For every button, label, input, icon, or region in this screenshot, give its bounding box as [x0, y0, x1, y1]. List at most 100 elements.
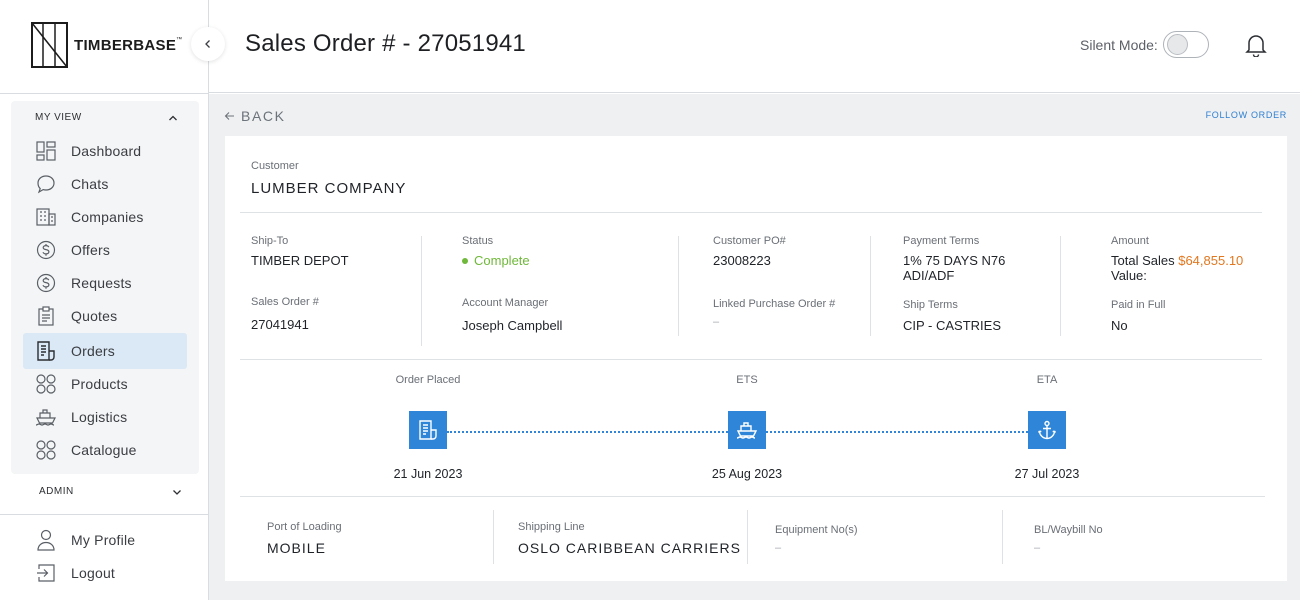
column-divider: [1002, 510, 1003, 564]
admin-section-toggle[interactable]: ADMIN: [39, 486, 182, 497]
bl-waybill-value: –: [1034, 542, 1041, 554]
column-divider: [421, 236, 422, 346]
sidebar-item-companies[interactable]: Companies: [23, 199, 187, 235]
ship-to-field: Ship-To TIMBER DEPOT: [251, 235, 349, 268]
my-view-section-toggle[interactable]: MY VIEW: [35, 112, 178, 123]
sidebar-item-logistics[interactable]: Logistics: [23, 399, 187, 435]
shipping-line-label: Shipping Line: [518, 521, 585, 533]
shipping-line-value: OSLO CARIBBEAN CARRIERS: [518, 540, 741, 556]
divider: [240, 212, 1262, 213]
customer-po-label: Customer PO#: [713, 235, 786, 247]
order-card: Customer LUMBER COMPANY Ship-To TIMBER D…: [225, 136, 1287, 581]
payment-terms-line-1: 1% 75 DAYS N76: [903, 253, 1006, 268]
status-label: Status: [462, 235, 494, 247]
my-profile-link[interactable]: My Profile: [23, 522, 187, 558]
my-profile-label: My Profile: [71, 532, 136, 548]
sales-order-value: 27041941: [251, 317, 309, 332]
ship-terms-field: Ship Terms CIP - CASTRIES: [903, 299, 1001, 333]
grid-circles-icon: [35, 439, 57, 461]
logout-label: Logout: [71, 565, 116, 581]
total-sales-value: $64,855.10: [1178, 253, 1244, 268]
customer-block: Customer LUMBER COMPANY: [251, 160, 406, 197]
linked-po-label: Linked Purchase Order #: [713, 298, 836, 310]
sidebar-item-orders[interactable]: Orders: [23, 333, 187, 369]
back-button[interactable]: BACK: [224, 108, 286, 124]
port-of-loading-label: Port of Loading: [267, 521, 342, 533]
port-of-loading-value: MOBILE: [267, 540, 326, 556]
brand-logo[interactable]: TIMBERBASE™: [31, 22, 182, 68]
divider: [240, 359, 1262, 360]
sidebar-item-label: Offers: [71, 242, 111, 258]
sidebar-item-offers[interactable]: Offers: [23, 232, 187, 268]
amount-field: Amount Total Sales $64,855.10 Value:: [1111, 235, 1243, 283]
main-content: BACK FOLLOW ORDER Customer LUMBER COMPAN…: [209, 94, 1300, 600]
status-value: Complete: [474, 253, 530, 268]
silent-mode-label: Silent Mode:: [1080, 37, 1158, 53]
follow-order-button[interactable]: FOLLOW ORDER: [1206, 110, 1287, 120]
account-manager-value: Joseph Campbell: [462, 318, 563, 333]
timeline-date-ets: 25 Aug 2023: [711, 467, 783, 481]
bell-icon[interactable]: [1245, 33, 1267, 57]
chevron-left-icon: [205, 40, 210, 48]
customer-name: LUMBER COMPANY: [251, 180, 407, 197]
sidebar-item-label: Requests: [71, 275, 132, 291]
paid-in-full-value: No: [1111, 318, 1128, 333]
total-sales-label: Total Sales: [1111, 253, 1175, 268]
ship-to-label: Ship-To: [251, 235, 289, 247]
account-manager-field: Account Manager Joseph Campbell: [462, 297, 562, 333]
timberbase-logo-icon: [31, 22, 68, 68]
paid-in-full-field: Paid in Full No: [1111, 299, 1165, 333]
chat-bubble-icon: [35, 173, 57, 195]
toggle-knob: [1167, 34, 1188, 55]
ship-terms-label: Ship Terms: [903, 299, 958, 311]
equipment-no-label: Equipment No(s): [775, 524, 858, 536]
amount-total: Total Sales $64,855.10 Value:: [1111, 253, 1243, 283]
timeline-connector: [766, 431, 1028, 433]
logout-link[interactable]: Logout: [23, 555, 187, 591]
collapse-sidebar-button[interactable]: [191, 27, 225, 61]
sidebar-item-requests[interactable]: Requests: [23, 265, 187, 301]
divider: [240, 496, 1265, 497]
admin-label: ADMIN: [39, 486, 74, 497]
sidebar-item-label: Dashboard: [71, 143, 142, 159]
sidebar-item-products[interactable]: Products: [23, 366, 187, 402]
grid-circles-icon: [35, 373, 57, 395]
building-icon: [35, 206, 57, 228]
ship-icon: [736, 422, 758, 439]
chevron-up-icon: [169, 115, 177, 120]
sidebar-divider: [0, 93, 209, 94]
payment-terms-value: 1% 75 DAYS N76 ADI/ADF: [903, 253, 1005, 283]
sales-order-field: Sales Order # 27041941: [251, 296, 319, 332]
anchor-icon: [1037, 420, 1057, 440]
sidebar-item-catalogue[interactable]: Catalogue: [23, 432, 187, 468]
sidebar-item-label: Products: [71, 376, 128, 392]
clipboard-icon: [35, 305, 57, 327]
sidebar-item-quotes[interactable]: Quotes: [23, 298, 187, 334]
column-divider: [1060, 236, 1061, 336]
payment-terms-field: Payment Terms 1% 75 DAYS N76 ADI/ADF: [903, 235, 1005, 283]
brand-name: TIMBERBASE™: [74, 36, 183, 54]
status-dot: [462, 257, 468, 264]
back-label: BACK: [241, 108, 286, 124]
equipment-no-field: Equipment No(s) –: [775, 524, 858, 554]
total-sales-label-line-2: Value:: [1111, 268, 1147, 283]
timeline-date-order-placed: 21 Jun 2023: [393, 467, 463, 481]
status-field: Status Complete: [462, 235, 530, 268]
dashboard-icon: [35, 140, 57, 162]
chevron-down-icon: [173, 489, 181, 495]
timeline-step-order-placed: [409, 411, 447, 449]
logout-icon: [35, 562, 57, 584]
port-of-loading-field: Port of Loading MOBILE: [267, 521, 342, 556]
sidebar-item-chats[interactable]: Chats: [23, 166, 187, 202]
linked-po-value: –: [713, 316, 720, 328]
sidebar-item-label: Orders: [71, 343, 115, 359]
silent-mode-toggle[interactable]: [1163, 31, 1209, 58]
bl-waybill-field: BL/Waybill No –: [1034, 524, 1103, 554]
sidebar-item-label: Logistics: [71, 409, 128, 425]
timeline-label-eta: ETA: [1036, 374, 1058, 386]
timeline-step-ets: [728, 411, 766, 449]
sidebar: TIMBERBASE™ MY VIEW Dashboard Chats Comp…: [0, 0, 209, 600]
ship-terms-value: CIP - CASTRIES: [903, 318, 1002, 333]
timeline-label-ets: ETS: [736, 374, 758, 386]
sidebar-item-dashboard[interactable]: Dashboard: [23, 133, 187, 169]
